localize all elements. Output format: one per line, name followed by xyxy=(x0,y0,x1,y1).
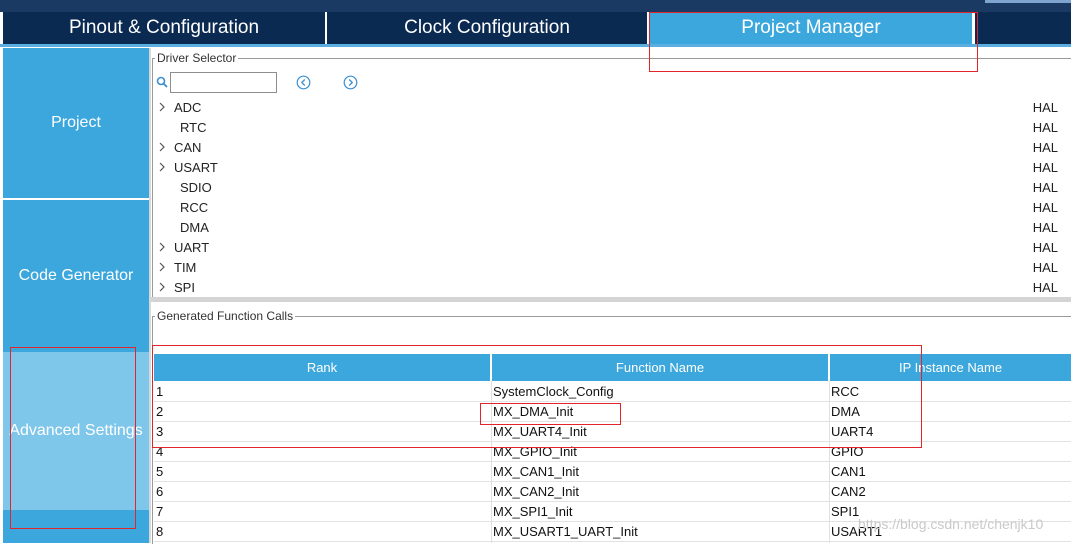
cell-function-name: MX_CAN1_Init xyxy=(493,464,579,479)
driver-library[interactable]: HAL xyxy=(1033,220,1058,235)
driver-name: USART xyxy=(174,160,218,175)
column-header-rank[interactable]: Rank xyxy=(154,354,490,381)
cell-ip-instance: UART4 xyxy=(831,424,874,439)
table-row[interactable]: 3 MX_UART4_Init UART4 xyxy=(154,422,1071,442)
driver-selector-legend: Driver Selector xyxy=(155,51,239,65)
nav-left-icon[interactable] xyxy=(296,75,311,90)
table-row[interactable]: 1 SystemClock_Config RCC xyxy=(154,382,1071,402)
driver-library[interactable]: HAL xyxy=(1033,140,1058,155)
driver-row[interactable]: USART HAL xyxy=(152,158,1062,178)
chevron-right-icon[interactable] xyxy=(157,160,167,174)
tab-pinout-configuration[interactable]: Pinout & Configuration xyxy=(3,12,325,44)
column-header-function-name[interactable]: Function Name xyxy=(492,354,828,381)
panel-splitter[interactable] xyxy=(151,297,1071,302)
driver-row[interactable]: RTC HAL xyxy=(152,118,1062,138)
nav-right-icon[interactable] xyxy=(343,75,358,90)
sidebar-item-label: Advanced Settings xyxy=(9,422,143,439)
driver-name: RCC xyxy=(180,200,209,215)
cell-function-name: SystemClock_Config xyxy=(493,384,614,399)
tab-clock-configuration[interactable]: Clock Configuration xyxy=(327,12,647,44)
cell-rank: 6 xyxy=(156,484,164,499)
chevron-right-icon[interactable] xyxy=(157,140,167,154)
driver-library[interactable]: HAL xyxy=(1033,160,1058,175)
cell-ip-instance: SPI1 xyxy=(831,504,860,519)
driver-row[interactable]: CAN HAL xyxy=(152,138,1062,158)
driver-library[interactable]: HAL xyxy=(1033,180,1058,195)
driver-name: TIM xyxy=(174,260,197,275)
driver-row[interactable]: UART HAL xyxy=(152,238,1062,258)
driver-library[interactable]: HAL xyxy=(1033,120,1058,135)
driver-name: CAN xyxy=(174,140,202,155)
cell-function-name: MX_GPIO_Init xyxy=(493,444,577,459)
driver-row[interactable]: ADC HAL xyxy=(152,98,1062,118)
table-row[interactable]: 4 MX_GPIO_Init GPIO xyxy=(154,442,1071,462)
tab-overflow[interactable] xyxy=(975,12,1071,44)
sidebar-item-label: Project xyxy=(51,114,101,131)
driver-library[interactable]: HAL xyxy=(1033,200,1058,215)
driver-name: DMA xyxy=(180,220,209,235)
chevron-right-icon[interactable] xyxy=(157,100,167,114)
cell-ip-instance: CAN1 xyxy=(831,464,866,479)
top-strip xyxy=(0,0,1071,12)
cell-ip-instance: GPIO xyxy=(831,444,864,459)
cell-rank: 8 xyxy=(156,524,164,539)
table-row[interactable]: 5 MX_CAN1_Init CAN1 xyxy=(154,462,1071,482)
cell-rank: 2 xyxy=(156,404,164,419)
search-icon xyxy=(156,76,168,88)
driver-row[interactable]: RCC HAL xyxy=(152,198,1062,218)
cell-ip-instance: DMA xyxy=(831,404,860,419)
chevron-right-icon[interactable] xyxy=(157,240,167,254)
column-header-ip-instance-name[interactable]: IP Instance Name xyxy=(830,354,1071,381)
chevron-right-icon[interactable] xyxy=(157,280,167,294)
sidebar-divider xyxy=(149,48,151,543)
driver-name: UART xyxy=(174,240,210,255)
driver-name: ADC xyxy=(174,100,202,115)
cell-rank: 7 xyxy=(156,504,164,519)
driver-library[interactable]: HAL xyxy=(1033,260,1058,275)
driver-name: SDIO xyxy=(180,180,212,195)
watermark: https://blog.csdn.net/chenjk10 xyxy=(858,516,1044,532)
cell-function-name: MX_USART1_UART_Init xyxy=(493,524,638,539)
cell-rank: 4 xyxy=(156,444,164,459)
driver-name: RTC xyxy=(180,120,207,135)
driver-row[interactable]: SDIO HAL xyxy=(152,178,1062,198)
cell-function-name: MX_DMA_Init xyxy=(493,404,574,419)
table-row[interactable]: 6 MX_CAN2_Init CAN2 xyxy=(154,482,1071,502)
driver-row[interactable]: DMA HAL xyxy=(152,218,1062,238)
cell-ip-instance: CAN2 xyxy=(831,484,866,499)
driver-row[interactable]: TIM HAL xyxy=(152,258,1062,278)
cell-ip-instance: RCC xyxy=(831,384,860,399)
cell-rank: 1 xyxy=(156,384,164,399)
cell-function-name: MX_CAN2_Init xyxy=(493,484,579,499)
sidebar-item-code-generator[interactable]: Code Generator xyxy=(3,200,149,352)
cell-function-name: MX_UART4_Init xyxy=(493,424,587,439)
tab-underline xyxy=(0,44,1071,47)
sidebar-item-advanced-settings[interactable]: Advanced Settings xyxy=(3,352,149,510)
driver-row[interactable]: SPI HAL xyxy=(152,278,1062,298)
sidebar-bottom-filler xyxy=(3,510,149,543)
cell-rank: 5 xyxy=(156,464,164,479)
chevron-right-icon[interactable] xyxy=(157,260,167,274)
tab-project-manager[interactable]: Project Manager xyxy=(650,12,972,44)
top-strip-accent xyxy=(985,0,1071,3)
cell-function-name: MX_SPI1_Init xyxy=(493,504,573,519)
driver-library[interactable]: HAL xyxy=(1033,100,1058,115)
driver-library[interactable]: HAL xyxy=(1033,280,1058,295)
sidebar-item-label: Code Generator xyxy=(18,267,134,284)
column-divider xyxy=(829,381,830,543)
function-calls-legend: Generated Function Calls xyxy=(155,309,296,323)
cell-rank: 3 xyxy=(156,424,164,439)
column-divider xyxy=(491,381,492,543)
table-row[interactable]: 2 MX_DMA_Init DMA xyxy=(154,402,1071,422)
driver-library[interactable]: HAL xyxy=(1033,240,1058,255)
driver-name: SPI xyxy=(174,280,195,295)
sidebar-item-project[interactable]: Project xyxy=(3,48,149,198)
driver-search-input[interactable] xyxy=(170,72,277,93)
